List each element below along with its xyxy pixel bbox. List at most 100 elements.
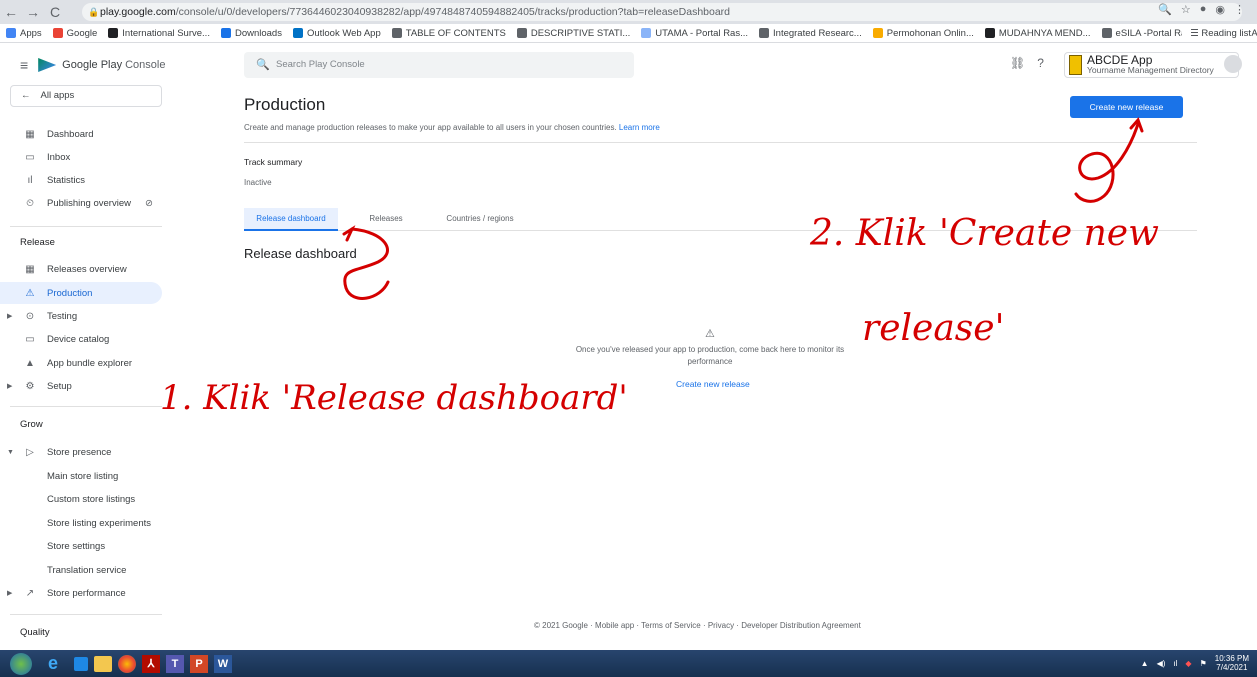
bookmark-item[interactable]: Outlook Web App	[292, 28, 381, 39]
sidebar-item-store-presence[interactable]: ▼ ▷ Store presence	[0, 441, 172, 463]
address-bar[interactable]: 🔒 play.google.com/console/u/0/developers…	[82, 3, 1242, 21]
publishing-off-icon: ⊘	[144, 197, 153, 209]
account-switcher[interactable]: Yourname Management Directory ABCDE App	[1064, 52, 1239, 78]
production-icon: ⚠	[25, 287, 35, 299]
sidebar-item-releases-overview[interactable]: ▦ Releases overview	[0, 258, 172, 280]
word-icon[interactable]: W	[214, 654, 232, 673]
divider	[244, 142, 1197, 143]
caret-right-icon: ▶	[7, 590, 13, 597]
tray-chevron-icon[interactable]: ▲	[1141, 659, 1149, 668]
menu-icon[interactable]: ≡	[20, 57, 28, 73]
volume-icon[interactable]: ◀)	[1157, 659, 1166, 668]
sidebar-item-app-bundle-explorer[interactable]: ▲ App bundle explorer	[0, 352, 172, 374]
tray-app-icon[interactable]: ◆	[1185, 659, 1191, 668]
bookmark-item[interactable]: UTAMA - Portal Ras...	[641, 28, 748, 39]
bookmark-item[interactable]: TABLE OF CONTENTS	[391, 28, 506, 39]
zoom-icon[interactable]: 🔍	[1158, 3, 1172, 16]
sidebar-item-inbox[interactable]: ▭ Inbox	[0, 146, 172, 168]
all-apps-button[interactable]: ← All apps	[10, 85, 162, 107]
bookmark-item[interactable]: Permohonan Onlin...	[872, 28, 974, 39]
footer-link-dda[interactable]: Developer Distribution Agreement	[741, 621, 861, 630]
sidebar-item-label: Translation service	[47, 564, 127, 576]
reading-list-button[interactable]: ☰ Reading list	[1182, 24, 1251, 42]
page-subtitle: Create and manage production releases to…	[244, 123, 660, 132]
sidebar-item-production[interactable]: ⚠ Production	[0, 282, 162, 304]
tab-releases[interactable]: Releases	[356, 208, 416, 231]
browser-toolbar: ← → C 🔒 play.google.com/console/u/0/deve…	[0, 0, 1257, 24]
create-new-release-button[interactable]: Create new release	[1070, 96, 1183, 118]
file-explorer-icon[interactable]	[94, 655, 112, 672]
acrobat-icon[interactable]: ⅄	[142, 654, 160, 673]
tab-release-dashboard[interactable]: Release dashboard	[244, 208, 338, 231]
link-icon[interactable]: ⛓	[1010, 56, 1025, 70]
sidebar-item-statistics[interactable]: ıl Statistics	[0, 169, 172, 191]
sidebar-item-label: Setup	[47, 380, 72, 392]
header-actions: ⛓ ?	[1010, 56, 1044, 70]
caret-down-icon: ▼	[7, 448, 14, 456]
sidebar-item-store-settings[interactable]: Store settings	[0, 535, 172, 557]
bookmark-item[interactable]: DESCRIPTIVE STATI...	[516, 28, 630, 39]
clock-date: 7/4/2021	[1216, 663, 1248, 672]
bookmark-item[interactable]: Google	[52, 28, 97, 39]
media-icon[interactable]	[74, 656, 88, 671]
bookmark-item[interactable]: Apps	[6, 28, 42, 39]
sidebar-item-store-performance[interactable]: ▶ ↗ Store performance	[0, 582, 172, 604]
sidebar-item-setup[interactable]: ▶ ⚙ Setup	[0, 375, 172, 397]
bookmark-item[interactable]: International Surve...	[108, 28, 210, 39]
sidebar-item-testing[interactable]: ▶ ⊙ Testing	[0, 305, 172, 327]
start-button-icon[interactable]	[10, 652, 32, 675]
avatar[interactable]	[1224, 55, 1242, 73]
powerpoint-icon[interactable]: P	[190, 654, 208, 673]
back-icon[interactable]: ←	[0, 4, 22, 20]
sidebar-item-dashboard[interactable]: ▦ Dashboard	[0, 123, 172, 145]
sidebar-item-device-catalog[interactable]: ▭ Device catalog	[0, 328, 172, 350]
annotation-step-1: 1. Klik 'Release dashboard'	[160, 378, 628, 418]
footer-link-terms[interactable]: Terms of Service	[641, 621, 701, 630]
bookmark-label: Downloads	[234, 27, 282, 39]
section-grow: Grow	[20, 419, 43, 430]
profile-icon[interactable]: ◉	[1215, 3, 1225, 16]
sidebar-item-custom-store-listings[interactable]: Custom store listings	[0, 488, 172, 510]
bookmark-item[interactable]: Integrated Researc...	[759, 28, 862, 39]
page-title: Production	[244, 95, 326, 114]
teams-icon[interactable]: T	[166, 654, 184, 673]
chrome-icon[interactable]	[118, 654, 136, 673]
create-new-release-link[interactable]: Create new release	[676, 379, 750, 389]
footer-link-mobile-app[interactable]: Mobile app	[595, 621, 634, 630]
sidebar-item-store-listing-experiments[interactable]: Store listing experiments	[0, 512, 172, 534]
star-icon[interactable]: ☆	[1181, 3, 1191, 16]
brand-name: Google Play	[62, 59, 123, 71]
bookmark-icon	[872, 28, 883, 38]
forward-icon[interactable]: →	[22, 4, 44, 20]
sidebar-item-main-store-listing[interactable]: Main store listing	[0, 465, 172, 487]
bookmark-icon	[108, 28, 119, 38]
divider	[10, 226, 162, 227]
reload-icon[interactable]: C	[44, 4, 66, 20]
clock[interactable]: 10:36 PM 7/4/2021	[1215, 654, 1249, 672]
publishing-icon: ⏲	[26, 197, 34, 209]
bookmark-item[interactable]: MUDAHNYA MEND...	[984, 28, 1091, 39]
more-icon[interactable]: ⋮	[1234, 3, 1245, 16]
play-console-logo-icon	[38, 58, 57, 72]
network-icon[interactable]: ıl	[1173, 659, 1177, 668]
learn-more-link[interactable]: Learn more	[619, 123, 660, 132]
sidebar-item-label: Store presence	[47, 446, 112, 458]
extension-icon[interactable]: ●	[1200, 3, 1207, 16]
all-apps-label: All apps	[40, 90, 75, 101]
help-icon[interactable]: ?	[1037, 56, 1044, 70]
sidebar-item-label: Publishing overview	[47, 197, 131, 209]
app-bundle-icon: ▲	[25, 357, 35, 369]
bookmark-item[interactable]: Downloads	[220, 27, 282, 39]
subtitle-text: Create and manage production releases to…	[244, 123, 617, 132]
footer-link-privacy[interactable]: Privacy	[708, 621, 734, 630]
flag-icon[interactable]: ⚑	[1200, 659, 1207, 668]
footer: © 2021 Google · Mobile app · Terms of Se…	[534, 621, 861, 630]
bookmark-icon	[984, 28, 995, 38]
sidebar-item-label: Statistics	[47, 174, 86, 186]
search-input[interactable]: 🔍 Search Play Console	[244, 52, 634, 78]
internet-explorer-icon[interactable]: e	[38, 653, 68, 675]
sidebar-item-publishing-overview[interactable]: ⏲ Publishing overview ⊘	[0, 192, 172, 214]
tab-countries-regions[interactable]: Countries / regions	[432, 208, 528, 231]
sidebar-item-translation-service[interactable]: Translation service	[0, 559, 172, 581]
testing-icon: ⊙	[25, 310, 35, 322]
